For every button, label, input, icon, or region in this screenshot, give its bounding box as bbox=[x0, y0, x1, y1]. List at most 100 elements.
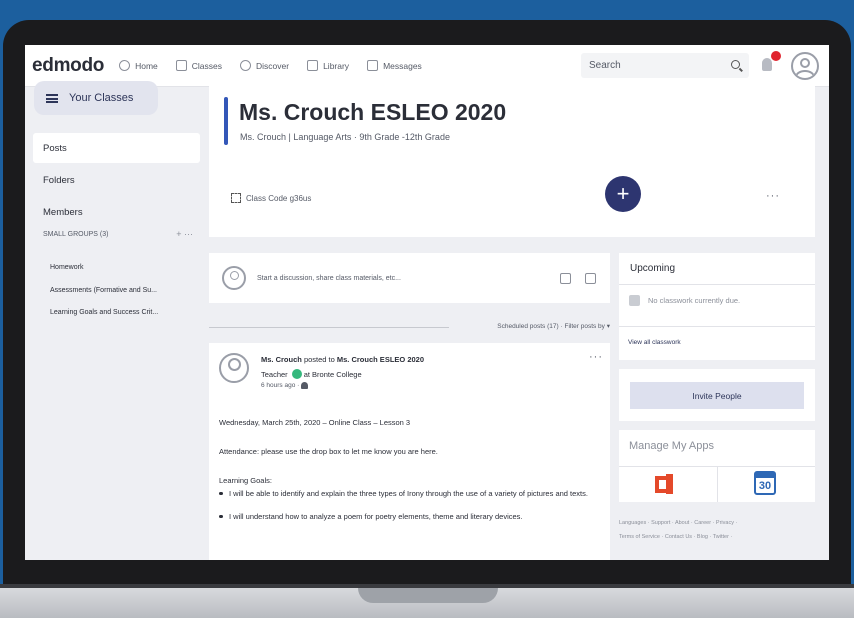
your-classes-label: Your Classes bbox=[69, 92, 134, 104]
sidebar-item-label: Folders bbox=[43, 174, 75, 186]
sidebar-item-posts[interactable]: Posts bbox=[33, 133, 200, 163]
search-icon[interactable] bbox=[731, 60, 740, 69]
user-avatar[interactable] bbox=[791, 52, 819, 80]
composer-avatar-icon bbox=[222, 266, 246, 290]
notifications-bell-icon[interactable] bbox=[762, 58, 772, 71]
view-all-classwork-link[interactable]: View all classwork bbox=[628, 339, 681, 346]
post-bullet-2: I will understand how to analyze a poem … bbox=[219, 511, 599, 522]
nav-messages[interactable]: Messages bbox=[367, 60, 422, 71]
invite-people-button[interactable]: Invite People bbox=[630, 382, 804, 409]
home-icon bbox=[119, 60, 131, 71]
class-code-icon bbox=[231, 193, 241, 203]
filter-posts-dropdown[interactable]: Filter posts by ▾ bbox=[564, 323, 610, 330]
post-line-2: Attendance: please use the drop box to l… bbox=[219, 447, 438, 456]
feed-filter-text: Scheduled posts (17) · Filter posts by ▾ bbox=[497, 322, 610, 330]
scheduled-posts-link[interactable]: Scheduled posts (17) · bbox=[497, 323, 562, 330]
bullet-text: I will understand how to analyze a poem … bbox=[229, 512, 523, 521]
post-role: Teacher bbox=[261, 369, 288, 379]
post-bullet-1: I will be able to identify and explain t… bbox=[219, 488, 599, 499]
sidebar-item-folders[interactable]: Folders bbox=[33, 165, 200, 195]
post-school: at Bronte College bbox=[303, 369, 362, 379]
apps-divider-vertical bbox=[717, 466, 718, 502]
search-input[interactable]: Search bbox=[581, 53, 749, 78]
upcoming-divider bbox=[619, 284, 815, 285]
verified-check-icon bbox=[291, 369, 302, 379]
small-groups-header: SMALL GROUPS (3) + ··· bbox=[43, 229, 193, 239]
apps-title[interactable]: Manage My Apps bbox=[629, 440, 714, 452]
notification-badge bbox=[771, 51, 781, 61]
upcoming-divider bbox=[619, 326, 815, 327]
post-posted-to: posted to bbox=[303, 355, 335, 364]
feed-divider bbox=[209, 327, 449, 328]
title-accent-bar bbox=[224, 97, 228, 145]
group-item-assessments[interactable]: Assessments (Formative and Su... bbox=[50, 287, 157, 294]
small-groups-label: SMALL GROUPS (3) bbox=[43, 231, 109, 238]
calendar-icon[interactable]: 30 bbox=[754, 471, 776, 495]
office-365-icon[interactable] bbox=[655, 474, 673, 494]
composer-placeholder[interactable]: Start a discussion, share class material… bbox=[257, 275, 560, 282]
menu-icon bbox=[46, 93, 58, 103]
post-more-icon[interactable]: ··· bbox=[589, 351, 603, 363]
post-class-name[interactable]: Ms. Crouch ESLEO 2020 bbox=[337, 355, 424, 364]
bullet-text: I will be able to identify and explain t… bbox=[229, 489, 588, 498]
post-line-1: Wednesday, March 25th, 2020 – Online Cla… bbox=[219, 418, 411, 427]
upcoming-empty-text: No classwork currently due. bbox=[648, 296, 741, 305]
group-item-homework[interactable]: Homework bbox=[50, 264, 83, 271]
nav-classes-label: Classes bbox=[191, 60, 223, 71]
footer-links-2[interactable]: Terms of Service · Contact Us · Blog · T… bbox=[619, 534, 732, 540]
post-author-line: Ms. Crouch posted to Ms. Crouch ESLEO 20… bbox=[261, 355, 424, 364]
screen: edmodo Home Classes Discover Library Mes… bbox=[25, 45, 829, 560]
attach-file-icon[interactable] bbox=[560, 272, 571, 284]
attach-library-icon[interactable] bbox=[585, 272, 596, 284]
upcoming-title: Upcoming bbox=[630, 263, 676, 274]
upcoming-empty: No classwork currently due. bbox=[629, 295, 740, 306]
header-more-icon[interactable]: ··· bbox=[766, 190, 780, 202]
audience-icon bbox=[301, 382, 309, 389]
class-code-label: Class Code g36us bbox=[246, 193, 312, 203]
class-title: Ms. Crouch ESLEO 2020 bbox=[239, 99, 507, 125]
post-line-3: Learning Goals: bbox=[219, 476, 272, 485]
avatar-body-icon bbox=[795, 70, 815, 78]
nav-classes[interactable]: Classes bbox=[175, 60, 223, 71]
post-author-role: Teacher at Bronte College bbox=[261, 369, 362, 379]
messages-icon bbox=[367, 60, 379, 71]
your-classes-button[interactable]: Your Classes bbox=[34, 81, 158, 115]
library-icon bbox=[307, 60, 319, 71]
nav-messages-label: Messages bbox=[383, 60, 422, 71]
nav-discover[interactable]: Discover bbox=[240, 60, 289, 71]
avatar-head-icon bbox=[800, 58, 810, 68]
nav-home[interactable]: Home bbox=[119, 60, 158, 71]
bullet-dot bbox=[219, 514, 223, 518]
sidebar-item-members[interactable]: Members bbox=[33, 197, 200, 227]
upcoming-card: Upcoming No classwork currently due. Vie… bbox=[619, 253, 815, 360]
laptop-notch bbox=[358, 588, 498, 603]
nav-discover-label: Discover bbox=[256, 60, 290, 71]
small-groups-actions[interactable]: + ··· bbox=[176, 229, 193, 239]
sidebar-item-label: Members bbox=[43, 206, 83, 218]
class-code[interactable]: Class Code g36us bbox=[231, 193, 311, 203]
add-button[interactable]: + bbox=[605, 176, 641, 212]
discover-icon bbox=[240, 60, 252, 71]
sidebar-item-label: Posts bbox=[43, 142, 67, 154]
classes-icon bbox=[175, 60, 187, 71]
group-item-learning-goals[interactable]: Learning Goals and Success Crit... bbox=[50, 309, 158, 316]
post-timestamp: 6 hours ago · bbox=[261, 382, 309, 390]
apps-card: Manage My Apps 30 bbox=[619, 430, 815, 502]
post-composer[interactable]: Start a discussion, share class material… bbox=[209, 253, 610, 303]
nav-library-label: Library bbox=[323, 60, 350, 71]
nav-home-label: Home bbox=[135, 60, 158, 71]
bullet-dot bbox=[219, 491, 223, 495]
post-card: Ms. Crouch posted to Ms. Crouch ESLEO 20… bbox=[209, 343, 610, 560]
feed-filter-row: Scheduled posts (17) · Filter posts by ▾ bbox=[209, 322, 610, 332]
classwork-icon bbox=[629, 295, 640, 306]
footer-links-1[interactable]: Languages · Support · About · Career · P… bbox=[619, 520, 737, 526]
edmodo-logo[interactable]: edmodo bbox=[32, 55, 104, 77]
invite-card: Invite People bbox=[619, 369, 815, 421]
post-author[interactable]: Ms. Crouch bbox=[261, 355, 302, 364]
class-header-card: Ms. Crouch ESLEO 2020 Ms. Crouch | Langu… bbox=[209, 85, 815, 237]
post-author-avatar-icon bbox=[219, 353, 249, 383]
class-subtitle: Ms. Crouch | Language Arts · 9th Grade -… bbox=[240, 132, 450, 142]
nav-library[interactable]: Library bbox=[307, 60, 349, 71]
search-placeholder: Search bbox=[589, 60, 621, 71]
post-time: 6 hours ago · bbox=[261, 382, 300, 390]
